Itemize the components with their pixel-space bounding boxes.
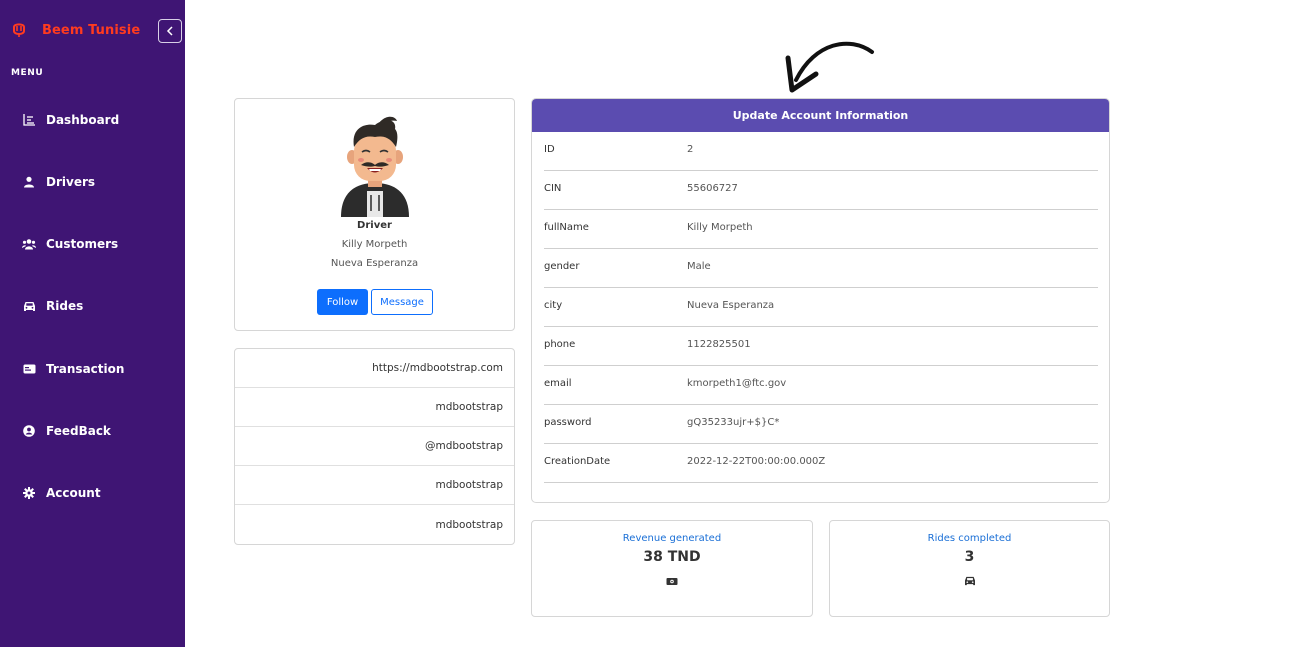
field-label: gender [544,261,580,272]
money-icon [665,574,679,588]
field-label: CIN [544,183,562,194]
revenue-label: Revenue generated [622,533,722,544]
sidebar-item-label: Drivers [46,175,96,189]
sidebar-item-dashboard[interactable]: Dashboard [22,110,119,130]
profile-name: Killy Morpeth [341,239,408,250]
sidebar-item-label: Customers [46,237,119,251]
field-label: CreationDate [544,456,611,467]
field-label: phone [544,339,576,350]
sidebar-item-label: Dashboard [46,113,120,127]
collapse-sidebar-button[interactable] [158,19,182,43]
profile-role: Driver [357,220,392,231]
field-label: fullName [544,222,589,233]
car-icon [22,299,36,313]
card-icon [22,362,36,376]
sidebar-item-label: FeedBack [46,424,111,438]
message-button[interactable]: Message [371,289,433,315]
sidebar-item-transaction[interactable]: Transaction [22,359,124,379]
field-label: ID [544,144,555,155]
brand[interactable]: Beem Tunisie [10,19,140,41]
link-twitter[interactable]: @mdbootstrap [235,427,514,466]
menu-label: MENU [11,68,44,78]
info-row-phone: phone 1122825501 [544,327,1098,366]
field-value: 2022-12-22T00:00:00.000Z [687,456,826,467]
account-info-card: Update Account Information ID 2 CIN 5560… [531,98,1110,503]
link-facebook[interactable]: mdbootstrap [235,505,514,544]
field-value: 2 [687,144,694,155]
car-icon [963,574,977,588]
rides-label: Rides completed [927,533,1012,544]
field-label: password [544,417,592,428]
field-value: gQ35233ujr+$}C* [687,417,780,428]
info-row-cin: CIN 55606727 [544,171,1098,210]
link-website[interactable]: https://mdbootstrap.com [235,349,514,388]
field-value: Male [687,261,711,272]
sidebar-item-label: Rides [46,299,84,313]
info-row-gender: gender Male [544,249,1098,288]
profile-city: Nueva Esperanza [330,258,419,269]
chart-icon [22,113,36,127]
info-row-email: email kmorpeth1@ftc.gov [544,366,1098,405]
rides-value: 3 [964,549,975,565]
sidebar-item-label: Transaction [46,362,125,376]
info-row-creation-date: CreationDate 2022-12-22T00:00:00.000Z [544,444,1098,483]
user-circle-icon [22,424,36,438]
sidebar-item-rides[interactable]: Rides [22,296,83,316]
sidebar-item-drivers[interactable]: Drivers [22,172,95,192]
users-icon [22,237,36,251]
sidebar: Beem Tunisie MENU Dashboard Drivers Cust… [0,0,185,647]
info-row-id: ID 2 [544,132,1098,171]
link-instagram[interactable]: mdbootstrap [235,466,514,505]
sidebar-item-customers[interactable]: Customers [22,234,118,254]
rides-card: Rides completed 3 [829,520,1110,617]
field-label: email [544,378,572,389]
chevron-left-icon [166,26,173,36]
field-value: 1122825501 [687,339,751,350]
brand-name: Beem Tunisie [42,22,141,38]
info-row-password: password gQ35233ujr+$}C* [544,405,1098,444]
arrow-decoration-icon [785,41,874,93]
driver-avatar [341,116,409,217]
field-label: city [544,300,563,311]
profile-card: Driver Killy Morpeth Nueva Esperanza Fol… [234,98,515,331]
field-value: 55606727 [687,183,738,194]
field-value: Nueva Esperanza [687,300,775,311]
revenue-card: Revenue generated 38 TND [531,520,813,617]
revenue-value: 38 TND [643,549,701,565]
gear-icon [22,486,36,500]
follow-button[interactable]: Follow [317,289,368,315]
update-account-header[interactable]: Update Account Information [532,99,1109,132]
links-card: https://mdbootstrap.com mdbootstrap @mdb… [234,348,515,545]
info-row-city: city Nueva Esperanza [544,288,1098,327]
user-icon [22,175,36,189]
sidebar-item-label: Account [46,486,101,500]
sidebar-item-account[interactable]: Account [22,483,101,503]
field-value: Killy Morpeth [687,222,753,233]
field-value: kmorpeth1@ftc.gov [687,378,787,389]
brand-logo-icon [10,21,28,39]
info-row-fullname: fullName Killy Morpeth [544,210,1098,249]
sidebar-item-feedback[interactable]: FeedBack [22,421,111,441]
link-github[interactable]: mdbootstrap [235,388,514,427]
